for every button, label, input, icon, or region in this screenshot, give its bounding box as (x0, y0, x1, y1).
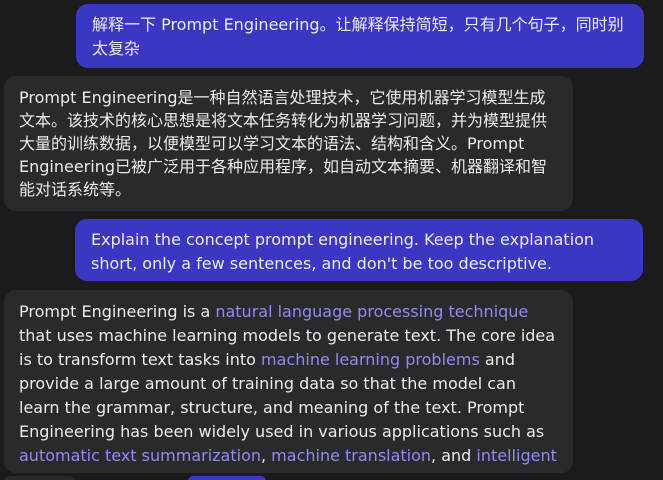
message-text-segment: Prompt Engineering is a (19, 302, 216, 321)
inline-link[interactable]: machine learning problems (261, 350, 480, 369)
message-text-segment: , and (431, 446, 477, 465)
message-text-segment: , (261, 446, 272, 465)
inline-link[interactable]: automatic text summarization (19, 446, 261, 465)
message-text-segment: . (159, 470, 164, 473)
inline-link[interactable]: machine translation (271, 446, 431, 465)
chat-thread: 解释一下 Prompt Engineering。让解释保持简短，只有几个句子，同… (0, 0, 663, 480)
assistant-message-2-text: Prompt Engineering is a natural language… (19, 302, 557, 473)
user-bubble-stub (188, 476, 266, 480)
inline-link[interactable]: natural language processing technique (215, 302, 528, 321)
user-message-1: 解释一下 Prompt Engineering。让解释保持简短，只有几个句子，同… (76, 4, 644, 68)
user-message-2: Explain the concept prompt engineering. … (75, 219, 643, 281)
assistant-message-1: Prompt Engineering是一种自然语言处理技术，它使用机器学习模型生… (4, 76, 573, 211)
assistant-message-2: Prompt Engineering is a natural language… (4, 290, 573, 473)
assistant-bubble-stub (4, 476, 74, 480)
